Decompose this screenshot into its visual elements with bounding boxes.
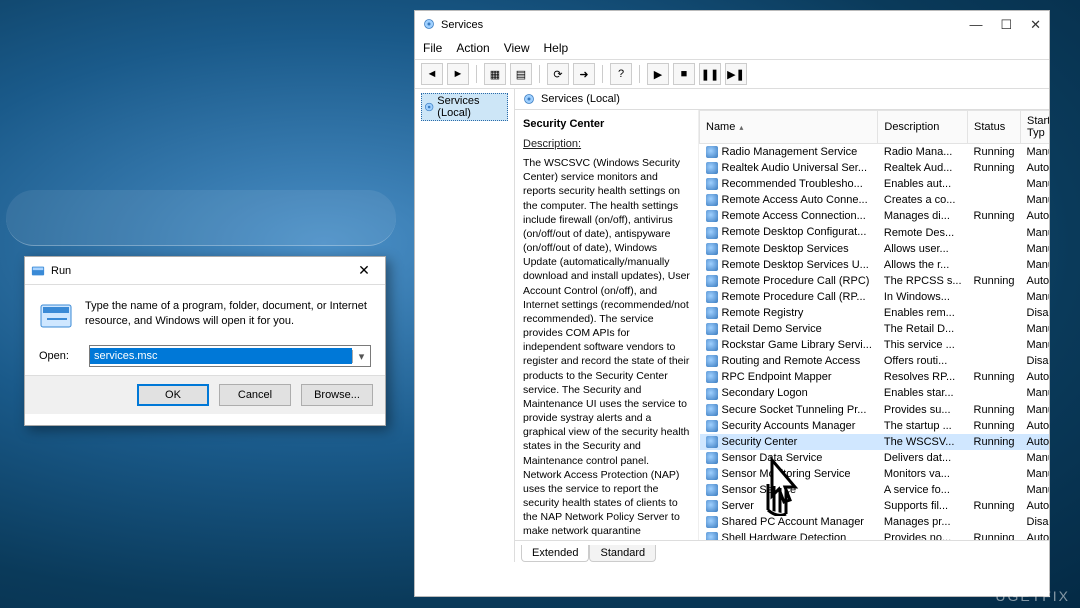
table-row[interactable]: Remote Desktop Configurat...Remote Des..… xyxy=(700,224,1050,240)
description-text: The WSCSVC (Windows Security Center) ser… xyxy=(523,156,690,540)
col-description[interactable]: Description xyxy=(878,111,968,144)
table-row[interactable]: Remote Desktop Services U...Allows the r… xyxy=(700,257,1050,273)
table-row[interactable]: Secure Socket Tunneling Pr...Provides su… xyxy=(700,402,1050,418)
watermark: UGETFIX xyxy=(995,588,1070,604)
run-title: Run xyxy=(51,265,71,277)
services-titlebar[interactable]: Services — ☐ ✕ xyxy=(415,11,1049,39)
forward-button[interactable]: ► xyxy=(447,63,469,85)
table-row[interactable]: Realtek Audio Universal Ser...Realtek Au… xyxy=(700,160,1050,176)
run-dialog: Run ✕ Type the name of a program, folder… xyxy=(24,256,386,426)
run-icon xyxy=(31,264,45,278)
back-button[interactable]: ◄ xyxy=(421,63,443,85)
toolbar: ◄ ► ▦ ▤ ⟳ ➜ ? ▶ ■ ❚❚ ▶❚ xyxy=(415,60,1049,89)
refresh-button[interactable]: ⟳ xyxy=(547,63,569,85)
table-row[interactable]: Remote Access Connection...Manages di...… xyxy=(700,208,1050,224)
show-hide-button[interactable]: ▦ xyxy=(484,63,506,85)
tree-pane: Services (Local) xyxy=(415,89,515,562)
table-row[interactable]: Sensor Data ServiceDelivers dat...Manual… xyxy=(700,450,1050,466)
list-header: Services (Local) xyxy=(515,89,1049,110)
table-row[interactable]: Shared PC Account ManagerManages pr...Di… xyxy=(700,514,1050,530)
selected-service-name: Security Center xyxy=(523,118,690,130)
close-button[interactable]: ✕ xyxy=(349,261,379,281)
details-button[interactable]: ▤ xyxy=(510,63,532,85)
chevron-down-icon[interactable]: ▾ xyxy=(352,350,370,363)
browse-button[interactable]: Browse... xyxy=(301,384,373,406)
col-name[interactable]: Name▴ xyxy=(700,111,878,144)
description-label: Description: xyxy=(523,138,690,150)
gear-icon xyxy=(423,18,435,33)
table-row[interactable]: Sensor ServiceA service fo...Manual (Tri xyxy=(700,482,1050,498)
table-row[interactable]: Remote Access Auto Conne...Creates a co.… xyxy=(700,192,1050,208)
table-row[interactable]: Security Accounts ManagerThe startup ...… xyxy=(700,418,1050,434)
run-instruction: Type the name of a program, folder, docu… xyxy=(85,299,371,333)
table-row[interactable]: ServerSupports fil...RunningAutomatic xyxy=(700,498,1050,514)
run-app-icon xyxy=(39,299,73,333)
open-input[interactable] xyxy=(90,348,352,364)
open-label: Open: xyxy=(39,350,79,362)
restart-button[interactable]: ▶❚ xyxy=(725,63,747,85)
tree-node-services-local[interactable]: Services (Local) xyxy=(421,93,508,121)
table-row[interactable]: Recommended Troublesho...Enables aut...M… xyxy=(700,176,1050,192)
menu-bar: File Action View Help xyxy=(415,39,1049,60)
table-row[interactable]: Remote Desktop ServicesAllows user...Man… xyxy=(700,241,1050,257)
table-row[interactable]: Radio Management ServiceRadio Mana...Run… xyxy=(700,144,1050,161)
pause-button[interactable]: ❚❚ xyxy=(699,63,721,85)
sort-asc-icon: ▴ xyxy=(739,123,743,132)
table-row[interactable]: Sensor Monitoring ServiceMonitors va...M… xyxy=(700,466,1050,482)
services-title: Services xyxy=(441,19,483,31)
menu-file[interactable]: File xyxy=(423,41,442,55)
col-status[interactable]: Status xyxy=(968,111,1021,144)
start-button[interactable]: ▶ xyxy=(647,63,669,85)
table-row[interactable]: Retail Demo ServiceThe Retail D...Manual xyxy=(700,321,1050,337)
close-button[interactable]: ✕ xyxy=(1030,17,1041,33)
maximize-button[interactable]: ☐ xyxy=(1000,17,1012,33)
cancel-button[interactable]: Cancel xyxy=(219,384,291,406)
services-table[interactable]: Name▴ Description Status Startup Typ Rad… xyxy=(699,110,1049,540)
table-row[interactable]: Routing and Remote AccessOffers routi...… xyxy=(700,353,1050,369)
services-window: Services — ☐ ✕ File Action View Help ◄ ►… xyxy=(414,10,1050,597)
table-row[interactable]: Remote Procedure Call (RPC)The RPCSS s..… xyxy=(700,273,1050,289)
menu-help[interactable]: Help xyxy=(544,41,569,55)
table-row[interactable]: Remote Procedure Call (RP...In Windows..… xyxy=(700,289,1050,305)
col-startup[interactable]: Startup Typ xyxy=(1021,111,1050,144)
table-row[interactable]: RPC Endpoint MapperResolves RP...Running… xyxy=(700,369,1050,385)
table-row[interactable]: Remote RegistryEnables rem...Disabled xyxy=(700,305,1050,321)
export-button[interactable]: ➜ xyxy=(573,63,595,85)
tab-extended[interactable]: Extended xyxy=(521,545,589,562)
table-row[interactable]: Shell Hardware DetectionProvides no...Ru… xyxy=(700,530,1050,540)
table-row[interactable]: Rockstar Game Library Servi...This servi… xyxy=(700,337,1050,353)
description-panel: Security Center Description: The WSCSVC … xyxy=(515,110,699,540)
help-button[interactable]: ? xyxy=(610,63,632,85)
run-titlebar[interactable]: Run ✕ xyxy=(25,257,385,285)
minimize-button[interactable]: — xyxy=(969,17,982,33)
stop-button[interactable]: ■ xyxy=(673,63,695,85)
background-decoration xyxy=(6,190,396,246)
ok-button[interactable]: OK xyxy=(137,384,209,406)
tab-standard[interactable]: Standard xyxy=(589,545,656,562)
open-combobox[interactable]: ▾ xyxy=(89,345,371,367)
table-row[interactable]: Secondary LogonEnables star...Manual xyxy=(700,385,1050,401)
table-row[interactable]: Security CenterThe WSCSV...RunningAutoma… xyxy=(700,434,1050,450)
menu-view[interactable]: View xyxy=(504,41,530,55)
menu-action[interactable]: Action xyxy=(456,41,489,55)
